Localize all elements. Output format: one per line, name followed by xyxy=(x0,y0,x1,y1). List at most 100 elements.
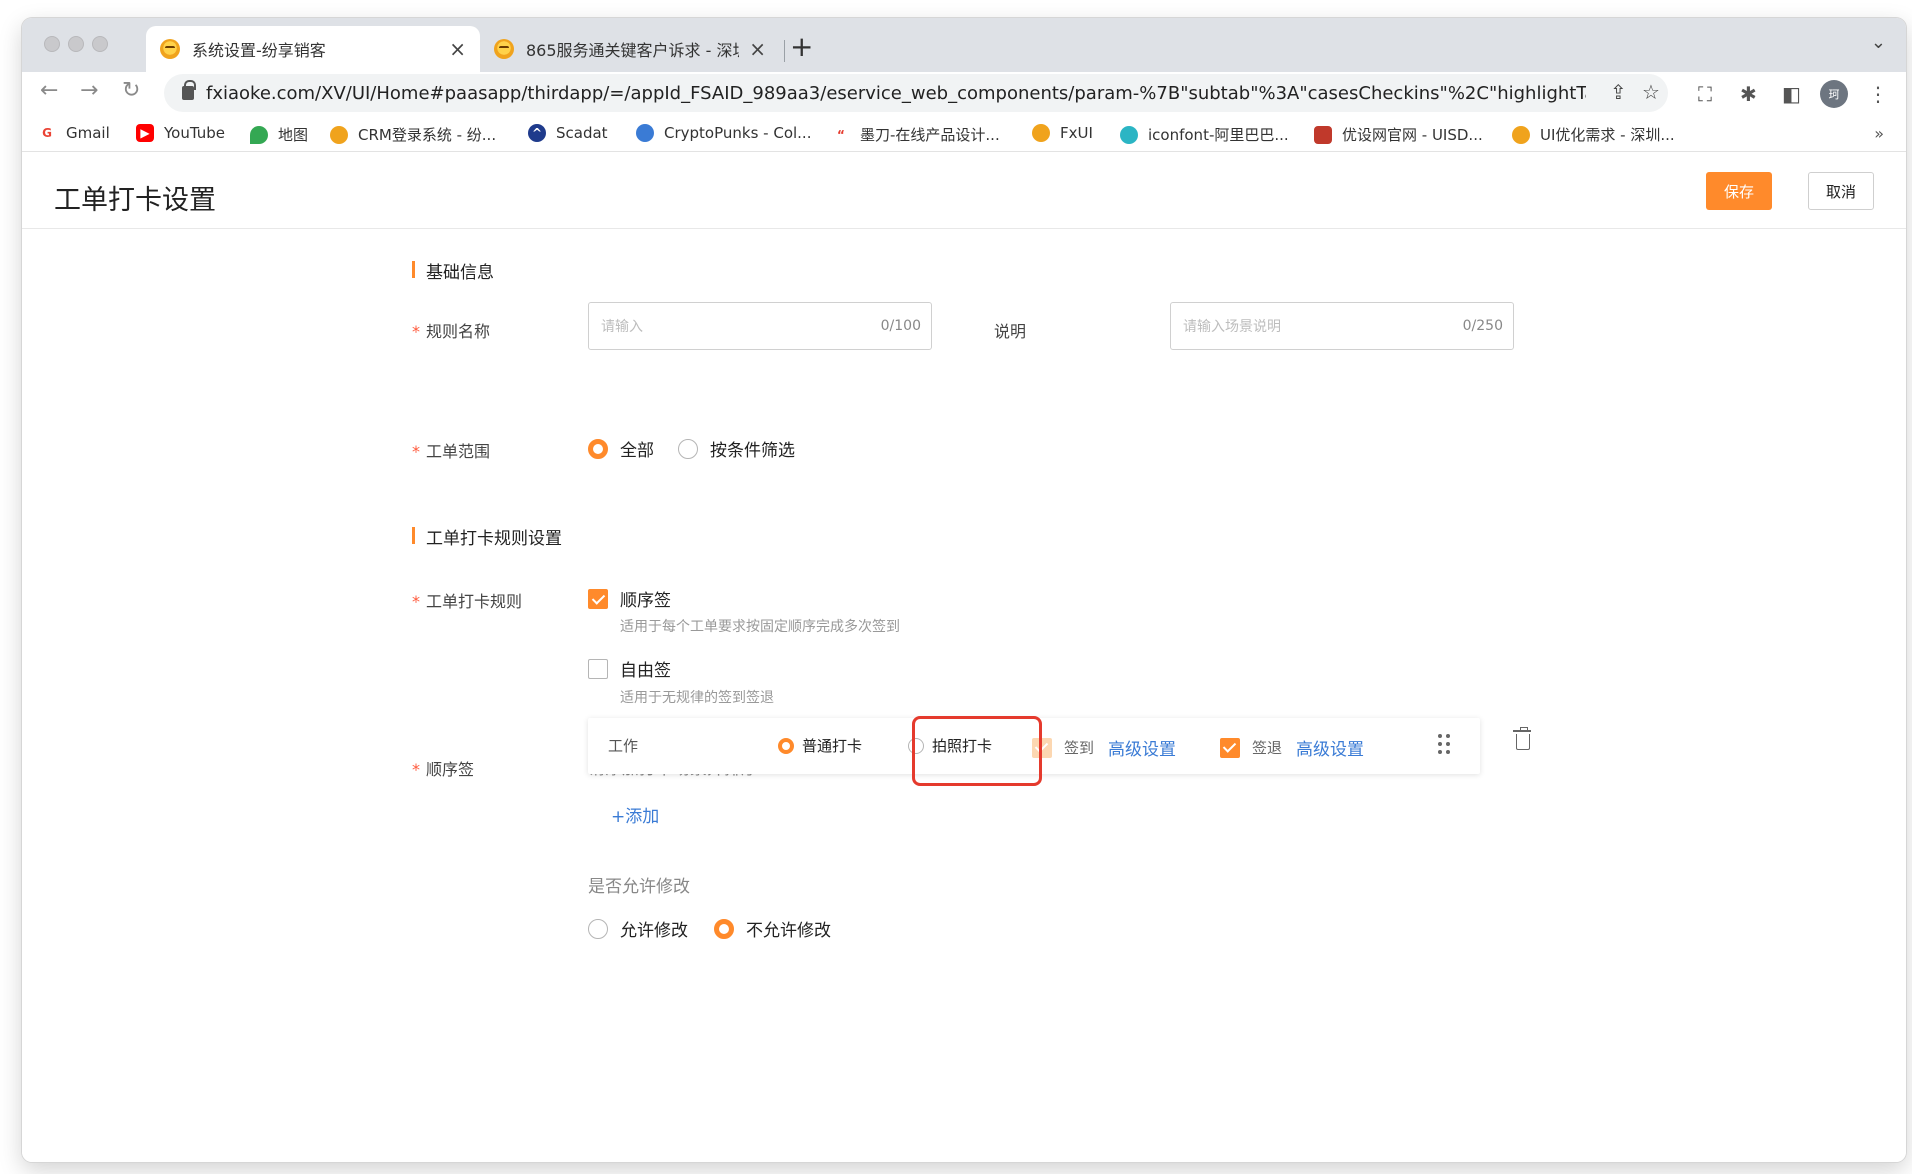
scope-all-radio[interactable]: 全部 xyxy=(588,436,654,461)
checkin-checkbox[interactable]: 签到 高级设置 xyxy=(1032,735,1176,760)
bookmark-uisdc[interactable]: 优设网官网 - UISD... xyxy=(1314,124,1483,145)
bookmark-label: iconfont-阿里巴巴... xyxy=(1148,126,1289,144)
checkbox-checked-icon xyxy=(1220,737,1240,758)
address-bar[interactable]: fxiaoke.com/XV/UI/Home#paasapp/thirdapp/… xyxy=(164,74,1668,112)
tab-strip: 系统设置-纷享销客 × 865服务通关键客户诉求 - 深圳国 × + ⌄ xyxy=(22,18,1906,72)
zoom-window-icon[interactable] xyxy=(92,36,108,52)
gmail-icon: G xyxy=(38,124,56,142)
forward-icon[interactable]: → xyxy=(80,78,98,103)
description-input[interactable]: 请输入场景说明 0/250 xyxy=(1170,302,1514,350)
radio-selected-icon xyxy=(588,438,608,459)
tab-title: 系统设置-纷享销客 xyxy=(192,41,326,60)
drag-handle-icon[interactable] xyxy=(1438,734,1450,754)
disallow-modify-radio[interactable]: 不允许修改 xyxy=(714,916,831,941)
more-bookmarks-icon[interactable]: » xyxy=(1874,124,1884,143)
description-counter: 0/250 xyxy=(1462,318,1503,334)
cryptopunks-icon xyxy=(636,124,654,142)
checkin-rule-label: * 工单打卡规则 xyxy=(412,592,523,611)
checkout-advanced-link[interactable]: 高级设置 xyxy=(1296,735,1364,760)
bookmark-label: CryptoPunks - Col... xyxy=(664,124,812,142)
sequence-checkbox[interactable]: 顺序签 xyxy=(588,586,671,611)
allow-modify-radio[interactable]: 允许修改 xyxy=(588,916,688,941)
side-panel-icon[interactable]: ◧ xyxy=(1782,82,1801,106)
fxiaoke-icon xyxy=(1032,124,1050,142)
radio-empty-icon xyxy=(588,918,608,939)
sequence-label: * 顺序签 xyxy=(412,760,475,779)
scene-name: 工作 xyxy=(608,737,639,755)
fxiaoke-favicon-icon xyxy=(160,39,180,59)
close-tab-icon[interactable]: × xyxy=(749,37,766,61)
bookmark-label: Gmail xyxy=(66,124,110,142)
radio-label: 不允许修改 xyxy=(746,921,831,941)
scadat-icon: ^ xyxy=(528,124,546,142)
lock-icon xyxy=(182,80,196,100)
sequence-hint: 适用于每个工单要求按固定顺序完成多次签到 xyxy=(620,619,900,635)
checkbox-empty-icon xyxy=(588,658,608,679)
bookmark-label: FxUI xyxy=(1060,124,1093,142)
bookmark-ui-request[interactable]: UI优化需求 - 深圳... xyxy=(1512,124,1675,145)
radio-selected-icon xyxy=(778,737,794,754)
tab-search-chevron-icon[interactable]: ⌄ xyxy=(1871,32,1886,53)
section-title-rules: 工单打卡规则设置 xyxy=(412,524,562,549)
bookmark-gmail[interactable]: G Gmail xyxy=(38,124,110,142)
tab-feedback[interactable]: 865服务通关键客户诉求 - 深圳国 × xyxy=(480,26,780,72)
bookmark-youtube[interactable]: ▶ YouTube xyxy=(136,124,225,142)
checkbox-label: 顺序签 xyxy=(620,591,671,611)
bookmark-maps[interactable]: 地图 xyxy=(250,124,308,145)
reload-icon[interactable]: ↻ xyxy=(122,78,140,103)
checkout-checkbox[interactable]: 签退 高级设置 xyxy=(1220,735,1364,760)
scope-label: * 工单范围 xyxy=(412,442,491,461)
section-title-basic: 基础信息 xyxy=(412,258,494,283)
new-tab-icon[interactable]: + xyxy=(790,30,813,63)
checkbox-label: 签到 xyxy=(1064,739,1095,757)
rule-name-placeholder: 请输入 xyxy=(601,319,643,335)
bookmarks-bar: G Gmail ▶ YouTube 地图 CRM登录系统 - 纷... ^ Scada… xyxy=(22,116,1906,152)
normal-checkin-radio[interactable]: 普通打卡 xyxy=(778,735,862,756)
modify-question: 是否允许修改 xyxy=(588,877,690,897)
radio-label: 全部 xyxy=(620,441,654,461)
radio-empty-icon xyxy=(678,438,698,459)
bookmark-crm[interactable]: CRM登录系统 - 纷... xyxy=(330,124,496,145)
bookmark-label: 墨刀-在线产品设计... xyxy=(860,126,1000,144)
bookmark-scadat[interactable]: ^ Scadat xyxy=(528,124,608,142)
bookmark-fxui[interactable]: FxUI xyxy=(1032,124,1093,142)
bookmark-label: 优设网官网 - UISD... xyxy=(1342,126,1483,144)
page-title: 工单打卡设置 xyxy=(54,185,216,216)
bookmark-modao[interactable]: “ 墨刀-在线产品设计... xyxy=(832,124,1000,145)
free-checkbox[interactable]: 自由签 xyxy=(588,656,671,681)
bookmark-cryptopunks[interactable]: CryptoPunks - Col... xyxy=(636,124,811,142)
checkin-advanced-link[interactable]: 高级设置 xyxy=(1108,735,1176,760)
bookmark-iconfont[interactable]: iconfont-阿里巴巴... xyxy=(1120,124,1289,145)
extensions-icon[interactable]: ✱ xyxy=(1740,82,1757,106)
close-window-icon[interactable] xyxy=(44,36,60,52)
url-text: fxiaoke.com/XV/UI/Home#paasapp/thirdapp/… xyxy=(206,82,1586,104)
bookmark-star-icon[interactable]: ☆ xyxy=(1642,80,1660,104)
fxiaoke-icon xyxy=(1512,125,1530,144)
browser-menu-icon[interactable]: ⋮ xyxy=(1868,82,1888,106)
scope-filter-radio[interactable]: 按条件筛选 xyxy=(678,436,795,461)
bookmark-label: YouTube xyxy=(164,124,225,142)
share-icon[interactable]: ⇪ xyxy=(1610,80,1627,104)
tab-system-settings[interactable]: 系统设置-纷享销客 × xyxy=(146,26,480,72)
rule-name-input[interactable]: 请输入 0/100 xyxy=(588,302,932,350)
screenshot-icon[interactable]: ⛶ xyxy=(1698,82,1712,106)
fxiaoke-icon xyxy=(330,125,348,144)
save-button[interactable]: 保存 xyxy=(1706,172,1772,210)
rule-name-label: * 规则名称 xyxy=(412,322,491,341)
close-tab-icon[interactable]: × xyxy=(449,37,466,61)
profile-avatar[interactable]: 珂 xyxy=(1820,80,1848,108)
bookmark-label: CRM登录系统 - 纷... xyxy=(358,126,497,144)
youtube-icon: ▶ xyxy=(136,124,154,142)
highlight-annotation xyxy=(912,716,1042,786)
minimize-window-icon[interactable] xyxy=(68,36,84,52)
maps-icon xyxy=(250,125,268,144)
iconfont-icon xyxy=(1120,125,1138,144)
fxiaoke-favicon-icon xyxy=(494,39,514,59)
cancel-button[interactable]: 取消 xyxy=(1808,172,1874,210)
tab-separator xyxy=(784,40,785,62)
add-scene-link[interactable]: +添加 xyxy=(611,802,659,827)
back-icon[interactable]: ← xyxy=(40,78,58,103)
browser-window: 系统设置-纷享销客 × 865服务通关键客户诉求 - 深圳国 × + ⌄ ← →… xyxy=(22,18,1906,1162)
radio-selected-icon xyxy=(714,918,734,939)
delete-icon[interactable] xyxy=(1513,727,1531,750)
